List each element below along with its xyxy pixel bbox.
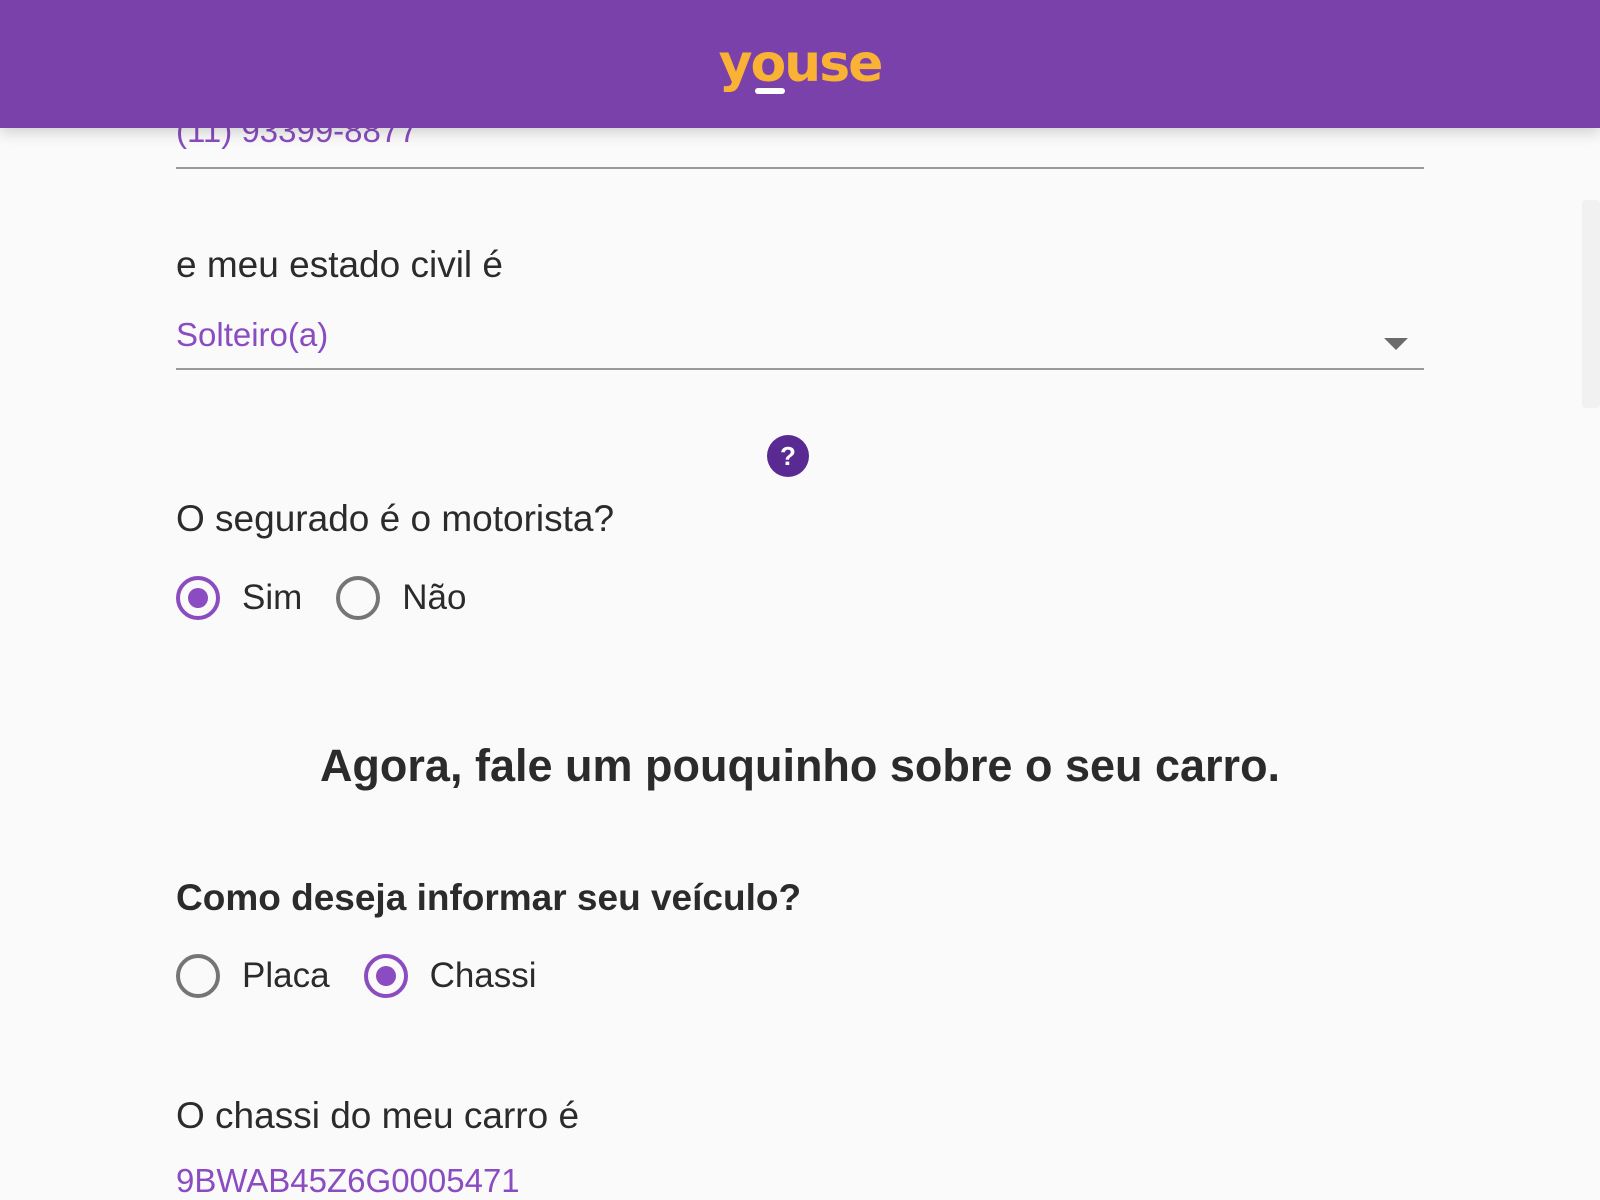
marital-status-select[interactable]: Solteiro(a)	[176, 312, 1424, 370]
marital-status-underline	[176, 368, 1424, 370]
radio-option-placa[interactable]: Placa	[176, 954, 330, 998]
radio-label-placa: Placa	[242, 956, 330, 995]
marital-status-label: e meu estado civil é	[176, 244, 504, 285]
help-icon-glyph: ?	[780, 440, 796, 471]
chassis-label: O chassi do meu carro é	[176, 1095, 580, 1136]
insured-is-driver-question: O segurado é o motorista?	[176, 498, 615, 539]
youse-logo[interactable]: youse	[719, 38, 883, 94]
scrollbar-thumb[interactable]	[1582, 200, 1600, 408]
radio-label-sim: Sim	[242, 578, 303, 617]
help-icon[interactable]: ?	[767, 435, 809, 477]
radio-option-sim[interactable]: Sim	[176, 576, 302, 620]
logo-text: youse	[718, 34, 884, 94]
logo-underline	[754, 88, 785, 94]
quote-form: (11) 93399-8877 e meu estado civil é Sol…	[176, 0, 1424, 1200]
radio-option-chassi[interactable]: Chassi	[341, 932, 537, 1020]
radio-option-nao[interactable]: Não	[336, 576, 467, 620]
radio-sim[interactable]	[176, 576, 220, 620]
radio-placa[interactable]	[176, 954, 220, 998]
phone-input-underline	[176, 167, 1424, 169]
radio-label-chassi: Chassi	[429, 956, 537, 995]
vehicle-input-method-question: Como deseja informar seu veículo?	[176, 877, 802, 918]
dropdown-arrow-icon	[1384, 338, 1408, 350]
radio-nao[interactable]	[336, 576, 381, 620]
insured-is-driver-radio-group: Sim Não	[176, 573, 467, 623]
radio-label-nao: Não	[402, 578, 467, 617]
section-title: Agora, fale um pouquinho sobre o seu car…	[319, 740, 1281, 791]
marital-status-value: Solteiro(a)	[176, 316, 329, 353]
radio-chassi[interactable]	[363, 954, 408, 998]
top-app-bar: youse	[0, 0, 1600, 128]
chassis-input[interactable]: 9BWAB45Z6G0005471	[176, 1162, 520, 1200]
vehicle-input-method-radio-group: Placa Chassi	[176, 932, 537, 1020]
